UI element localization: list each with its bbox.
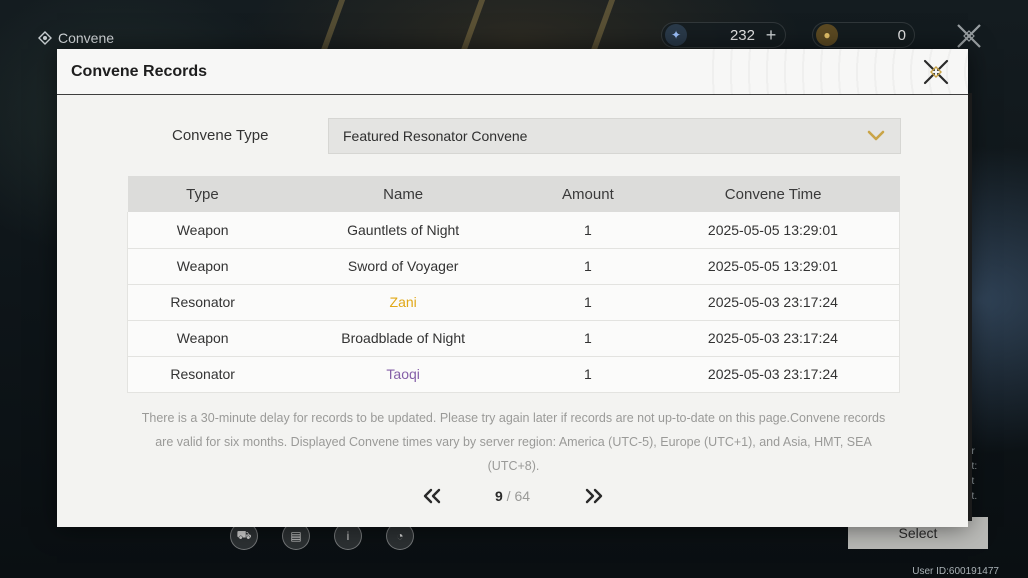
column-header-name: Name xyxy=(277,176,529,212)
dialog-header: Convene Records xyxy=(57,49,968,95)
cell-amount: 1 xyxy=(528,284,647,321)
previous-page-button[interactable] xyxy=(421,485,443,507)
cell-time: 2025-05-03 23:17:24 xyxy=(646,356,900,393)
convene-records-table: Type Name Amount Convene Time Weapon Gau… xyxy=(127,176,900,393)
close-icon[interactable] xyxy=(923,59,949,85)
cell-type: Weapon xyxy=(127,212,278,249)
current-page: 9 xyxy=(494,488,503,504)
page-indicator: 9 / 64 xyxy=(443,488,583,504)
background-decoration xyxy=(320,0,430,50)
table-header-row: Type Name Amount Convene Time xyxy=(127,176,900,212)
convene-type-dropdown[interactable]: Featured Resonator Convene xyxy=(328,118,901,154)
total-pages: 64 xyxy=(514,488,531,504)
cell-amount: 1 xyxy=(528,320,647,357)
convene-type-value: Featured Resonator Convene xyxy=(343,128,528,144)
lustrous-tide-value: 0 xyxy=(897,26,906,44)
background-decoration xyxy=(460,0,570,50)
convene-records-dialog: Convene Records Convene Type Featured Re… xyxy=(57,49,972,527)
convene-header-label: Convene xyxy=(58,30,115,46)
chevron-down-icon xyxy=(867,130,885,141)
astrite-counter: ✦ 232 + xyxy=(661,22,786,48)
cell-time: 2025-05-03 23:17:24 xyxy=(646,284,900,321)
page-separator: / xyxy=(502,488,515,504)
cell-time: 2025-05-03 23:17:24 xyxy=(646,320,900,357)
cell-type: Weapon xyxy=(127,248,278,285)
cell-name: Sword of Voyager xyxy=(277,248,529,285)
column-header-type: Type xyxy=(127,176,278,212)
lustrous-tide-icon: ● xyxy=(816,24,838,46)
lustrous-tide-counter: ● 0 xyxy=(812,22,915,48)
table-row: Resonator Taoqi 1 2025-05-03 23:17:24 xyxy=(127,356,900,393)
cell-name-four-star: Taoqi xyxy=(277,356,529,393)
double-chevron-left-icon xyxy=(423,488,440,504)
cell-time: 2025-05-05 13:29:01 xyxy=(646,212,900,249)
cell-time: 2025-05-05 13:29:01 xyxy=(646,248,900,285)
cell-amount: 1 xyxy=(528,356,647,393)
convene-icon xyxy=(38,31,52,45)
convene-header: Convene xyxy=(38,28,114,48)
dialog-close-button[interactable] xyxy=(921,57,951,87)
cell-name-five-star: Zani xyxy=(277,284,529,321)
cell-type: Weapon xyxy=(127,320,278,357)
cell-amount: 1 xyxy=(528,248,647,285)
cell-amount: 1 xyxy=(528,212,647,249)
add-astrite-button[interactable]: + xyxy=(761,25,781,45)
column-header-amount: Amount xyxy=(528,176,647,212)
next-page-button[interactable] xyxy=(583,485,605,507)
astrite-icon: ✦ xyxy=(665,24,687,46)
table-row: Resonator Zani 1 2025-05-03 23:17:24 xyxy=(127,284,900,321)
pagination: 9 / 64 xyxy=(57,485,968,507)
cell-name: Gauntlets of Night xyxy=(277,212,529,249)
table-row: Weapon Broadblade of Night 1 2025-05-03 … xyxy=(127,320,900,357)
records-disclaimer: There is a 30-minute delay for records t… xyxy=(141,411,886,473)
cell-type: Resonator xyxy=(127,356,278,393)
table-row: Weapon Sword of Voyager 1 2025-05-05 13:… xyxy=(127,248,900,285)
convene-type-label: Convene Type xyxy=(172,127,269,144)
user-id: User ID:600191477 xyxy=(912,566,999,577)
dialog-title: Convene Records xyxy=(71,63,208,80)
astrite-value: 232 xyxy=(729,26,755,44)
cell-name: Broadblade of Night xyxy=(277,320,529,357)
close-icon[interactable] xyxy=(955,22,983,50)
column-header-convene-time: Convene Time xyxy=(646,176,900,212)
double-chevron-right-icon xyxy=(585,488,602,504)
table-row: Weapon Gauntlets of Night 1 2025-05-05 1… xyxy=(127,212,900,249)
cell-type: Resonator xyxy=(127,284,278,321)
